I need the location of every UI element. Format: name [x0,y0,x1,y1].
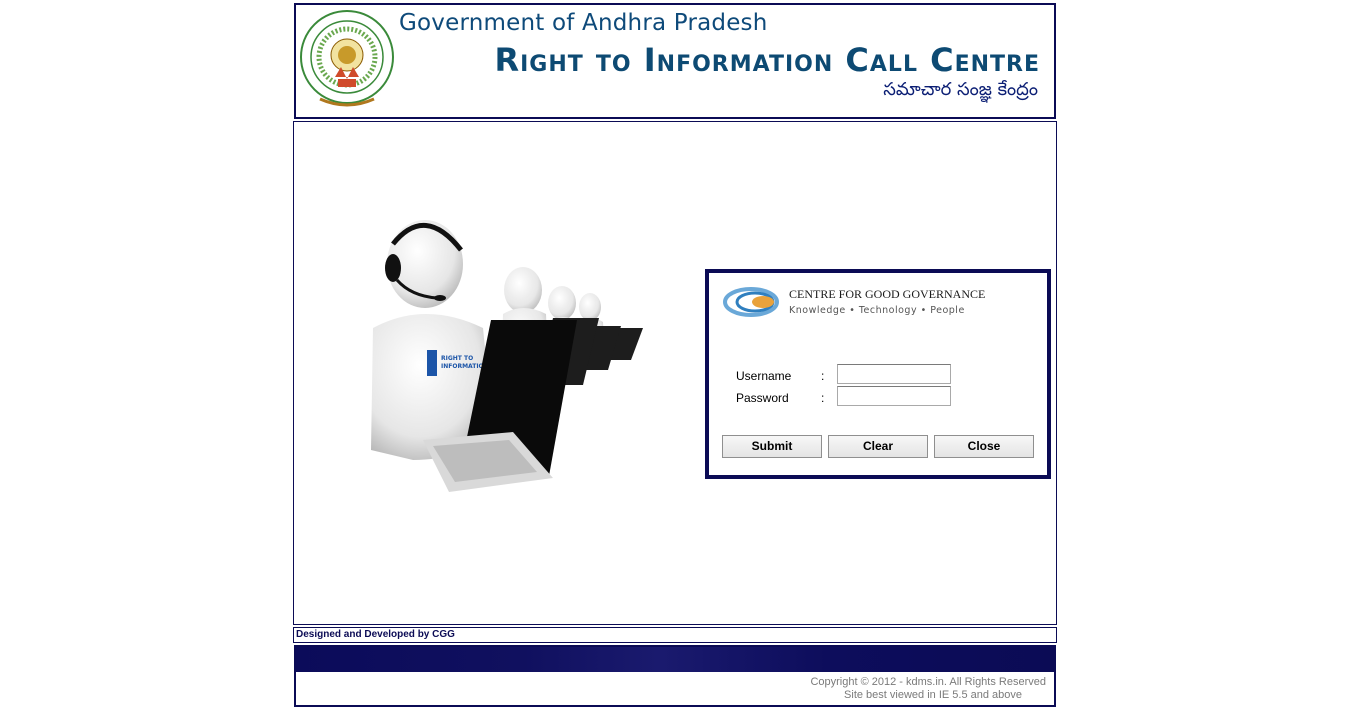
svg-text:RIGHT TO: RIGHT TO [441,355,473,362]
password-label: Password [736,391,789,405]
login-form: CENTRE FOR GOOD GOVERNANCE Knowledge • T… [705,269,1051,479]
submit-button[interactable]: Submit [722,435,822,458]
cgg-name: CENTRE FOR GOOD GOVERNANCE [789,287,985,301]
password-colon: : [821,391,825,405]
cgg-tagline: Knowledge • Technology • People [789,305,965,316]
main-panel: RIGHT TO INFORMATION CENTRE FOR GOOD GOV… [293,121,1057,625]
username-label: Username [736,369,792,383]
close-button[interactable]: Close [934,435,1034,458]
cgg-logo: CENTRE FOR GOOD GOVERNANCE Knowledge • T… [723,287,985,317]
username-input[interactable] [837,364,951,384]
credits-bar: Designed and Developed by CGG [293,627,1057,643]
site-footer: Copyright © 2012 - kdms.in. All Rights R… [294,645,1056,707]
telugu-title: సమాచార సంజ్ఞ కేంద్రం [883,79,1038,100]
government-title: Government of Andhra Pradesh [399,10,768,36]
browser-note: Site best viewed in IE 5.5 and above [844,689,1022,701]
username-colon: : [821,369,825,383]
copyright-text: Copyright © 2012 - kdms.in. All Rights R… [810,676,1046,688]
footer-band [296,647,1054,672]
andhra-pradesh-emblem-icon [300,10,394,107]
password-input[interactable] [837,386,951,406]
credits-text: Designed and Developed by CGG [296,629,455,640]
site-header: Government of Andhra Pradesh Right to In… [294,3,1056,119]
clear-button[interactable]: Clear [828,435,928,458]
rti-call-centre-title: Right to Information Call Centre [494,41,1040,79]
call-centre-agents-illustration: RIGHT TO INFORMATION [371,220,643,492]
